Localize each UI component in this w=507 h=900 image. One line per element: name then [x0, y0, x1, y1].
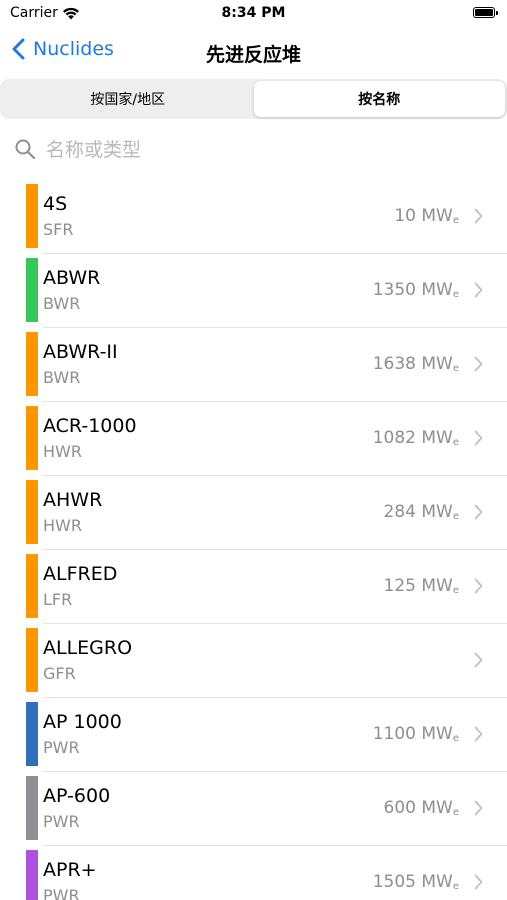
reactor-color-bar — [26, 480, 38, 544]
page-title: 先进反应堆 — [205, 44, 301, 66]
reactor-power: 1082 MWe — [373, 428, 459, 448]
battery-icon — [473, 7, 498, 18]
navigation-bar: Nuclides 先进反应堆 — [0, 28, 507, 78]
reactor-power: 600 MWe — [384, 798, 459, 818]
power-value: 284 MW — [383, 502, 453, 522]
clock: 8:34 PM — [221, 5, 286, 21]
reactor-type: HWR — [43, 516, 82, 535]
reactor-power: 1505 MWe — [373, 872, 459, 892]
reactor-type: LFR — [43, 590, 73, 609]
power-subscript: e — [452, 807, 459, 818]
reactor-name: ALLEGRO — [43, 637, 133, 659]
chevron-right-icon — [474, 504, 483, 520]
reactor-list: 4S SFR 10 MWe ABWR BWR 1350 MWe ABWR-II BWR 1638… — [0, 180, 507, 900]
chevron-right-icon — [474, 652, 483, 668]
reactor-type: PWR — [43, 812, 80, 831]
reactor-color-bar — [26, 628, 38, 692]
power-value: 125 MW — [383, 576, 453, 596]
reactor-type: BWR — [43, 294, 81, 313]
reactor-type: SFR — [43, 220, 74, 239]
segment-by-name[interactable]: 按名称 — [253, 81, 505, 117]
status-bar: Carrier 8:34 PM — [0, 0, 507, 28]
reactor-color-bar — [26, 184, 38, 248]
reactor-name: AP-600 — [43, 785, 111, 807]
reactor-power: 125 MWe — [384, 576, 459, 596]
screen: Carrier 8:34 PM Nuclides 先进反应堆 按国家/地区 按名… — [0, 0, 507, 900]
reactor-color-bar — [26, 406, 38, 470]
power-subscript: e — [452, 363, 459, 374]
reactor-name: AHWR — [43, 489, 103, 511]
reactor-power: 10 MWe — [394, 206, 459, 226]
reactor-type: HWR — [43, 442, 82, 461]
chevron-right-icon — [474, 874, 483, 890]
reactor-type: PWR — [43, 886, 80, 900]
search-bar — [0, 128, 507, 172]
power-subscript: e — [452, 585, 459, 596]
reactor-row[interactable]: 4S SFR 10 MWe — [0, 180, 507, 254]
power-subscript: e — [452, 881, 459, 892]
reactor-name: ALFRED — [43, 563, 118, 585]
reactor-power: 1638 MWe — [373, 354, 459, 374]
reactor-row[interactable]: AP 1000 PWR 1100 MWe — [0, 698, 507, 772]
reactor-power: 1100 MWe — [373, 724, 459, 744]
segment-by-country[interactable]: 按国家/地区 — [2, 81, 254, 117]
reactor-name: ABWR — [43, 267, 101, 289]
power-value: 1350 MW — [372, 280, 453, 300]
reactor-name: AP 1000 — [43, 711, 122, 733]
power-value: 10 MW — [394, 206, 453, 226]
reactor-name: 4S — [43, 193, 68, 215]
power-subscript: e — [452, 289, 459, 300]
segment-label: 按国家/地区 — [90, 92, 166, 108]
reactor-color-bar — [26, 258, 38, 322]
power-subscript: e — [452, 215, 459, 226]
power-value: 1100 MW — [372, 724, 453, 744]
search-input[interactable] — [46, 134, 486, 166]
reactor-row[interactable]: ABWR-II BWR 1638 MWe — [0, 328, 507, 402]
reactor-row[interactable]: AP-600 PWR 600 MWe — [0, 772, 507, 846]
power-subscript: e — [452, 511, 459, 522]
chevron-right-icon — [474, 800, 483, 816]
reactor-power: 284 MWe — [384, 502, 459, 522]
chevron-right-icon — [474, 282, 483, 298]
reactor-name: APR+ — [43, 859, 97, 881]
chevron-right-icon — [474, 578, 483, 594]
power-value: 1082 MW — [372, 428, 453, 448]
power-value: 600 MW — [383, 798, 453, 818]
power-subscript: e — [452, 733, 459, 744]
sort-segmented-control: 按国家/地区 按名称 — [0, 79, 507, 119]
reactor-name: ABWR-II — [43, 341, 118, 363]
reactor-row[interactable]: ACR-1000 HWR 1082 MWe — [0, 402, 507, 476]
chevron-right-icon — [474, 356, 483, 372]
reactor-power: 1350 MWe — [373, 280, 459, 300]
segment-label: 按名称 — [358, 92, 401, 108]
reactor-type: GFR — [43, 664, 76, 683]
reactor-row[interactable]: AHWR HWR 284 MWe — [0, 476, 507, 550]
search-icon — [15, 139, 36, 160]
reactor-color-bar — [26, 332, 38, 396]
chevron-right-icon — [474, 208, 483, 224]
chevron-right-icon — [474, 430, 483, 446]
reactor-type: BWR — [43, 368, 81, 387]
reactor-row[interactable]: ALFRED LFR 125 MWe — [0, 550, 507, 624]
reactor-name: ACR-1000 — [43, 415, 137, 437]
power-value: 1505 MW — [372, 872, 453, 892]
power-value: 1638 MW — [372, 354, 453, 374]
reactor-color-bar — [26, 554, 38, 618]
power-subscript: e — [452, 437, 459, 448]
reactor-color-bar — [26, 776, 38, 840]
reactor-color-bar — [26, 850, 38, 900]
reactor-row[interactable]: APR+ PWR 1505 MWe — [0, 846, 507, 900]
reactor-row[interactable]: ABWR BWR 1350 MWe — [0, 254, 507, 328]
reactor-type: PWR — [43, 738, 80, 757]
reactor-color-bar — [26, 702, 38, 766]
chevron-right-icon — [474, 726, 483, 742]
reactor-row[interactable]: ALLEGRO GFR — [0, 624, 507, 698]
